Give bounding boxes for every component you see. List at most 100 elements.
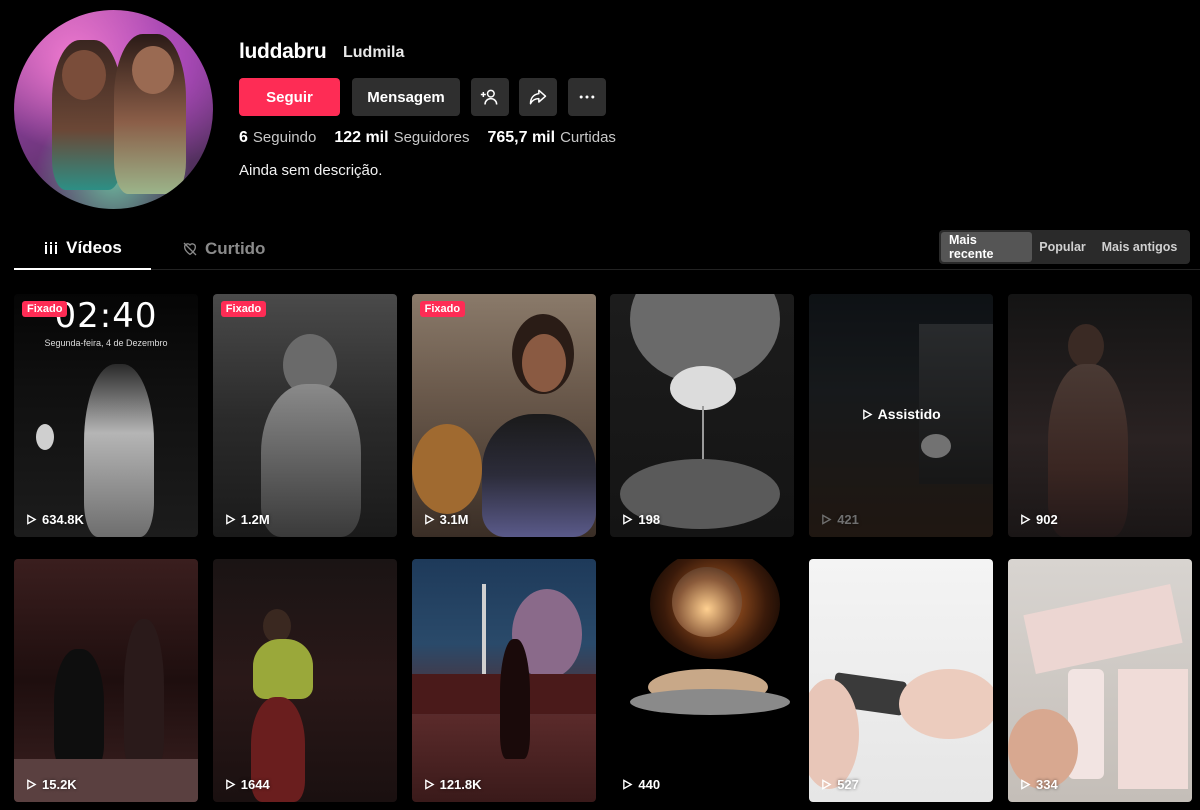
followers-count: 122 mil (334, 129, 389, 146)
thumbnail-box (1023, 584, 1183, 674)
watched-text: Assistido (877, 406, 941, 422)
thumbnail-figure (499, 639, 530, 759)
more-button[interactable] (568, 78, 606, 116)
thumbnail-hand (899, 669, 994, 739)
view-count-label: 421 (837, 512, 859, 527)
video-card[interactable]: 440 (610, 559, 795, 802)
add-user-icon (480, 89, 498, 105)
video-card[interactable]: Fixado 3.1M (411, 294, 596, 537)
sort-option-recent[interactable]: Mais recente (941, 232, 1032, 262)
thumbnail-plate (630, 689, 791, 715)
followers-label: Seguidores (393, 129, 470, 146)
thumbnail-figure (54, 649, 104, 769)
view-count-label: 121.8K (439, 777, 482, 792)
thumbnail-figure (84, 364, 154, 537)
view-count: 421 (821, 512, 859, 527)
thumbnail-head (262, 609, 291, 643)
play-icon (225, 779, 236, 790)
pinned-badge: Fixado (22, 301, 68, 317)
play-icon (27, 779, 37, 790)
likes-stat: 765,7 mil Curtidas (487, 129, 615, 147)
following-stat[interactable]: 6 Seguindo (239, 129, 316, 147)
view-count: 1644 (225, 777, 270, 792)
thumbnail-figure (1047, 364, 1128, 537)
profile-nickname: Ludmila (343, 44, 405, 61)
video-card[interactable]: 02:40 Segunda-feira, 4 de Dezembro Fixad… (14, 294, 198, 537)
thumbnail-box (1117, 669, 1188, 789)
grid-bars-icon (45, 242, 58, 254)
avatar-head-left (62, 50, 106, 100)
message-button[interactable]: Mensagem (352, 78, 460, 116)
tab-videos-label: Vídeos (66, 238, 122, 257)
share-icon (529, 89, 547, 105)
share-button[interactable] (519, 78, 557, 116)
view-count-label: 902 (1035, 512, 1058, 527)
play-icon (424, 514, 435, 525)
view-count-label: 634.8K (42, 512, 84, 527)
view-count-label: 1.2M (240, 512, 270, 527)
thumbnail-jacket (252, 639, 313, 699)
view-count: 527 (821, 777, 859, 792)
profile-avatar[interactable] (14, 10, 213, 209)
view-count: 440 (622, 777, 660, 792)
sort-option-popular[interactable]: Popular (1032, 232, 1093, 262)
play-icon (424, 779, 435, 790)
thumbnail-crystal-ball (672, 567, 743, 637)
follow-button[interactable]: Seguir (239, 78, 340, 116)
play-icon (822, 514, 832, 525)
view-count: 3.1M (424, 512, 469, 527)
thumbnail-guitar (411, 424, 482, 514)
following-label: Seguindo (252, 129, 317, 146)
sort-option-oldest[interactable]: Mais antigos (1093, 232, 1186, 262)
video-card[interactable]: 198 (610, 294, 795, 537)
likes-label: Curtidas (560, 129, 616, 146)
view-count: 634.8K (26, 512, 84, 527)
tab-videos[interactable]: Vídeos (14, 228, 151, 270)
view-count-label: 440 (638, 777, 661, 792)
view-count: 902 (1020, 512, 1058, 527)
tab-liked[interactable]: Curtido (182, 228, 265, 270)
video-card[interactable]: 121.8K (411, 559, 596, 802)
play-icon (862, 408, 873, 420)
pinned-badge: Fixado (419, 301, 466, 317)
likes-count: 765,7 mil (487, 129, 556, 146)
view-count-label: 1644 (240, 777, 270, 792)
thumbnail-jacket (481, 414, 596, 537)
thumbnail-figure (260, 384, 361, 537)
thumbnail-flower (670, 366, 737, 410)
video-card[interactable]: Assistido 421 (809, 294, 994, 537)
view-count: 1.2M (225, 512, 270, 527)
more-icon (579, 95, 595, 99)
view-count: 198 (622, 512, 660, 527)
view-count-label: 3.1M (439, 512, 469, 527)
pinned-badge: Fixado (220, 301, 267, 317)
video-card[interactable]: 1644 (212, 559, 397, 802)
tab-liked-label: Curtido (205, 239, 266, 258)
view-count-label: 15.2K (42, 777, 77, 792)
video-card[interactable]: Fixado 1.2M (212, 294, 397, 537)
play-icon (623, 779, 633, 790)
video-card[interactable]: 902 (1007, 294, 1192, 537)
video-card[interactable]: 527 (809, 559, 994, 802)
view-count-label: 527 (837, 777, 859, 792)
profile-bio: Ainda sem descrição. (239, 162, 383, 179)
play-icon (822, 779, 832, 790)
play-icon (27, 514, 37, 525)
add-friend-button[interactable] (471, 78, 509, 116)
video-card[interactable]: 15.2K (14, 559, 198, 802)
following-count: 6 (239, 129, 248, 146)
play-icon (1021, 514, 1031, 525)
view-count-label: 334 (1035, 777, 1058, 792)
play-icon (225, 514, 236, 525)
play-icon (1021, 779, 1031, 790)
thumbnail-hand (36, 424, 54, 450)
view-count: 334 (1020, 777, 1058, 792)
heart-hidden-icon (183, 242, 197, 256)
sort-segmented-control: Mais recente Popular Mais antigos (939, 230, 1190, 264)
avatar-head-right (132, 46, 174, 94)
play-icon (623, 514, 633, 525)
thumbnail-stem (702, 406, 705, 466)
video-card[interactable]: 334 (1007, 559, 1192, 802)
followers-stat[interactable]: 122 mil Seguidores (334, 129, 469, 147)
watched-label: Assistido (809, 406, 993, 422)
